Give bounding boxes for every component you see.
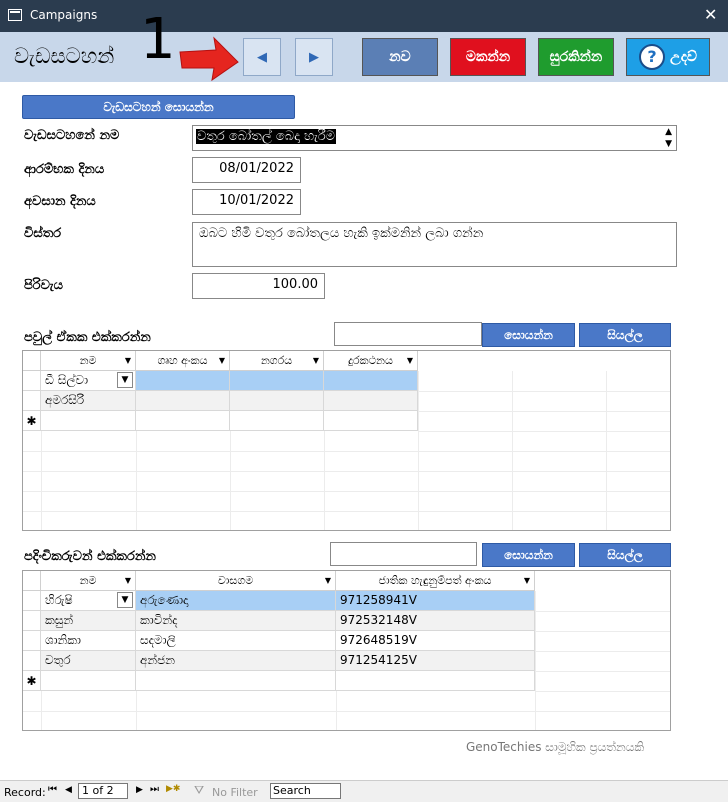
search-campaign-button[interactable]: වැඩසටහන් සොයන්න	[22, 95, 295, 119]
previous-record-button[interactable]: ◀	[243, 38, 281, 76]
help-icon: ?	[639, 44, 666, 70]
end-date-label: අවසාන දිනය	[24, 194, 96, 209]
window-title: Campaigns	[30, 8, 98, 22]
campaign-name-value: වතුර බෝතල් බෙදා හැරීම	[196, 129, 337, 144]
families-section-title: පවුල් ඒකක එක්කරන්න	[24, 330, 151, 345]
red-arrow-icon	[179, 36, 239, 82]
people-grid: නම ▼ වාසගම ▼ ජාතික හැඳුනුම්පත් අංකය ▼ හිරුෂ…	[22, 570, 671, 731]
description-label: විස්තර	[24, 226, 62, 241]
no-filter-label[interactable]: No Filter	[212, 786, 258, 799]
family-search-button[interactable]: සොයන්න	[482, 323, 575, 347]
campaign-name-field[interactable]: වතුර බෝතල් බෙදා හැරීම ▲ ▼	[192, 125, 677, 151]
start-date-label: ආරම්භක දිනය	[24, 162, 105, 177]
people-search-button[interactable]: සොයන්න	[482, 543, 575, 567]
people-section-title: පදිංචිකරුවන් එක්කරන්න	[24, 549, 156, 564]
new-button[interactable]: නව	[362, 38, 438, 76]
people-all-button[interactable]: සියල්ල	[579, 543, 671, 567]
family-search-input[interactable]	[334, 322, 482, 346]
save-button[interactable]: සුරකින්න	[538, 38, 614, 76]
scroll-arrows-icon[interactable]: ▲ ▼	[665, 126, 672, 150]
current-record-field[interactable]: 1 of 2	[78, 783, 128, 799]
chevron-left-icon: ◀	[257, 49, 267, 65]
grid-lines	[23, 371, 670, 530]
record-label: Record:	[4, 786, 46, 799]
name-label: වැඩසටහනේ නම	[24, 128, 120, 143]
description-field[interactable]: ඔබට හිමි වතුර බෝතලය හැකි ඉක්මනින් ලබා ගන…	[192, 222, 677, 267]
form-icon	[8, 9, 22, 21]
start-date-field[interactable]: 08/01/2022	[192, 157, 301, 183]
people-search-input[interactable]	[330, 542, 477, 566]
chevron-right-icon: ▶	[309, 49, 319, 65]
delete-button[interactable]: මකන්න	[450, 38, 526, 76]
footer-note: GenoTechies සාමූහික ප්‍රයත්නයකි	[466, 740, 645, 754]
new-record-icon[interactable]: ▶✱	[166, 784, 180, 794]
close-button[interactable]: ✕	[704, 5, 717, 24]
page-title: වැඩසටහන්	[14, 44, 115, 68]
help-button[interactable]: ? උදව්	[626, 38, 710, 76]
grid-lines	[23, 591, 670, 730]
family-all-button[interactable]: සියල්ල	[579, 323, 671, 347]
record-navigation-bar: Record: ⏮ ◀ 1 of 2 ▶ ⏭ ▶✱ ⛛ No Filter Se…	[0, 780, 728, 802]
cost-field[interactable]: 100.00	[192, 273, 325, 299]
next-record-icon[interactable]: ▶	[136, 785, 143, 795]
help-label: උදව්	[670, 49, 697, 65]
next-record-button[interactable]: ▶	[295, 38, 333, 76]
end-date-field[interactable]: 10/01/2022	[192, 189, 301, 215]
cost-label: පිරිවැය	[24, 278, 63, 293]
annotation-number: 1	[140, 7, 176, 72]
prev-record-icon[interactable]: ◀	[65, 785, 72, 795]
search-input[interactable]: Search	[270, 783, 341, 799]
first-record-icon[interactable]: ⏮	[48, 784, 57, 795]
families-grid: නම ▼ ගෘහ අංකය ▼ නගරය ▼ දුරකථනය ▼ ඩී සිල්වා ▼ …	[22, 350, 671, 531]
filter-icon[interactable]: ⛛	[194, 783, 204, 798]
last-record-icon[interactable]: ⏭	[150, 784, 159, 795]
title-bar: Campaigns ✕	[0, 0, 728, 32]
